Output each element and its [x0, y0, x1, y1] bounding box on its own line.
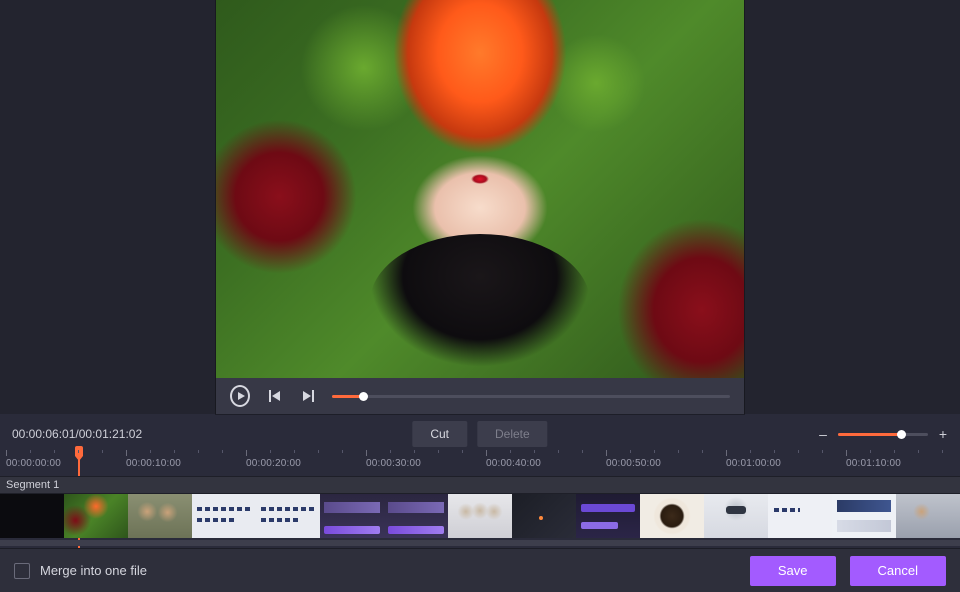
segment-label: Segment 1 [6, 479, 59, 491]
ruler-tick: 00:00:20:00 [246, 450, 247, 456]
footer-bar: Merge into one file Save Cancel [0, 548, 960, 592]
preview-controls [216, 378, 744, 414]
timeline-scrollbar[interactable] [0, 540, 960, 546]
ruler-tick: 00:01:10:00 [846, 450, 847, 456]
prev-frame-button[interactable] [264, 386, 284, 406]
edit-toolbar: 00:00:06:01/00:01:21:02 Cut Delete – + [0, 418, 960, 450]
timeline-thumb[interactable] [576, 494, 640, 538]
timeline-scrollbar-handle[interactable] [0, 540, 960, 546]
timeline-thumb[interactable] [0, 494, 64, 538]
preview-area [0, 0, 960, 414]
timestamp-display: 00:00:06:01/00:01:21:02 [12, 427, 142, 441]
ruler-tick: 00:01:00:00 [726, 450, 727, 456]
ruler-tick: 00:00:40:00 [486, 450, 487, 456]
zoom-slider-knob[interactable] [897, 430, 906, 439]
delete-button[interactable]: Delete [477, 421, 548, 447]
timeline-thumb[interactable] [64, 494, 128, 538]
ruler-tick: 00:00:50:00 [606, 450, 607, 456]
playhead-cap-icon [75, 446, 83, 456]
save-button[interactable]: Save [750, 556, 836, 586]
timeline-thumbnails[interactable] [0, 494, 960, 538]
ruler-tick: 00:00:30:00 [366, 450, 367, 456]
cancel-button[interactable]: Cancel [850, 556, 946, 586]
segment-header[interactable]: Segment 1 [0, 476, 960, 494]
timeline-thumb[interactable] [640, 494, 704, 538]
timeline-thumb[interactable] [512, 494, 576, 538]
timeline-thumb[interactable] [256, 494, 320, 538]
zoom-in-button[interactable]: + [938, 426, 948, 442]
play-icon [230, 385, 250, 407]
zoom-out-button[interactable]: – [818, 426, 828, 442]
zoom-slider[interactable] [838, 432, 928, 436]
merge-checkbox-label: Merge into one file [40, 563, 147, 578]
timeline-thumb[interactable] [896, 494, 960, 538]
merge-checkbox[interactable] [14, 563, 30, 579]
timeline-ruler[interactable]: 00:00:00:00 00:00:10:00 00:00:20:00 00:00:3… [0, 450, 960, 474]
next-frame-icon [303, 391, 311, 401]
timeline-thumb[interactable] [832, 494, 896, 538]
play-button[interactable] [230, 386, 250, 406]
zoom-control: – + [818, 426, 948, 442]
timeline-thumb[interactable] [128, 494, 192, 538]
preview-frame[interactable] [216, 0, 744, 378]
timeline-thumb[interactable] [448, 494, 512, 538]
ruler-tick: 00:00:00:00 [6, 450, 7, 456]
next-frame-button[interactable] [298, 386, 318, 406]
timeline-thumb[interactable] [320, 494, 384, 538]
ruler-tick: 00:00:10:00 [126, 450, 127, 456]
cut-button[interactable]: Cut [412, 421, 467, 447]
playback-slider-knob[interactable] [359, 392, 368, 401]
timeline-thumb[interactable] [768, 494, 832, 538]
timeline-thumb[interactable] [704, 494, 768, 538]
playback-slider[interactable] [332, 394, 730, 398]
prev-frame-icon [269, 390, 271, 402]
video-preview [216, 0, 744, 414]
timeline-thumb[interactable] [192, 494, 256, 538]
timeline-thumb[interactable] [384, 494, 448, 538]
